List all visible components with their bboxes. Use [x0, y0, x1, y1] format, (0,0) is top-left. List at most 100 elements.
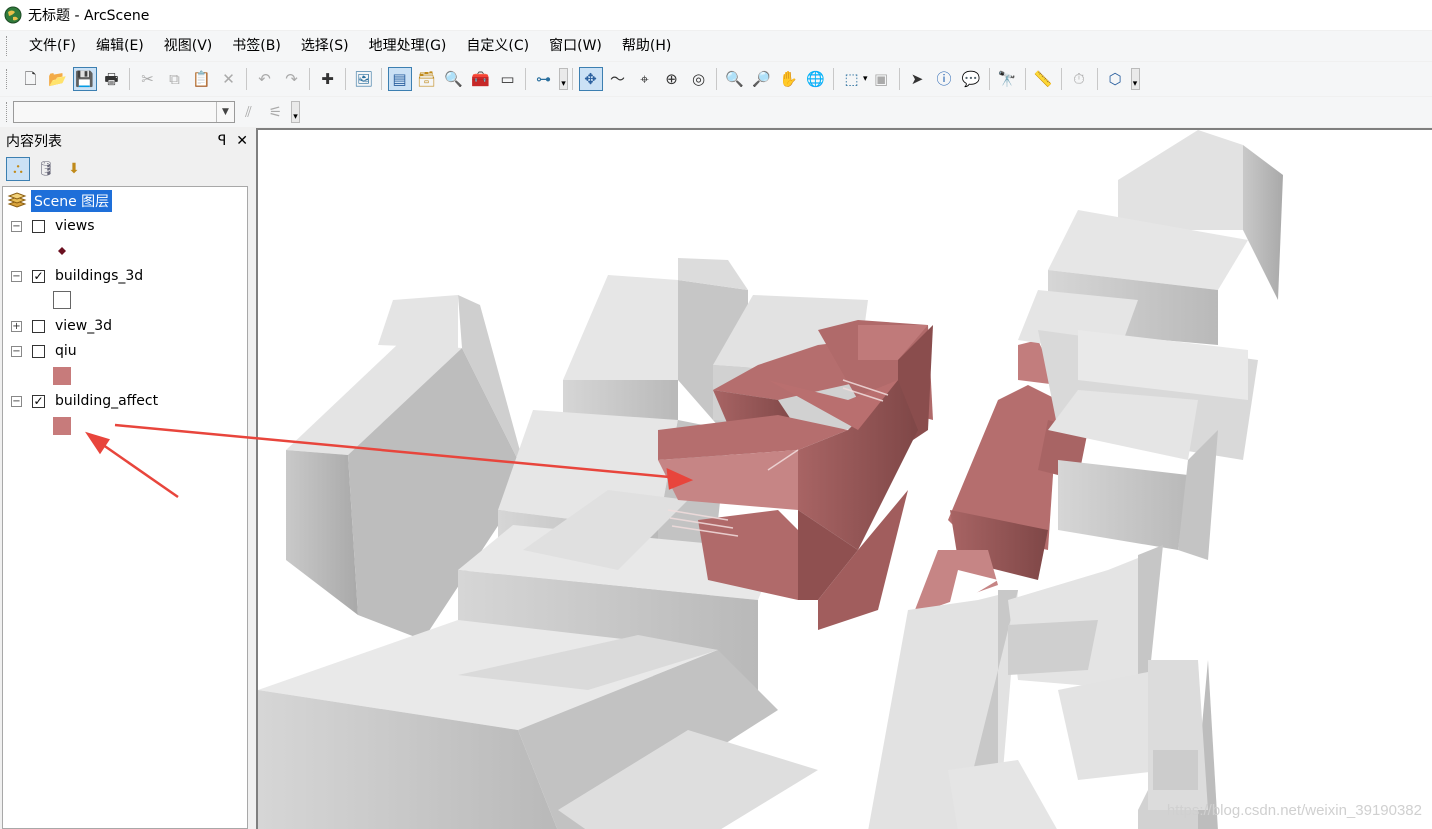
collapse-icon[interactable]: −	[11, 270, 22, 282]
time-slider-icon[interactable]: ⏱	[1067, 67, 1091, 91]
list-by-visibility-icon[interactable]: ⬇	[62, 157, 86, 181]
pan-hand-icon[interactable]: ✋	[777, 67, 801, 91]
toolbar-grip[interactable]	[6, 69, 9, 89]
find-icon[interactable]: 🔭	[995, 67, 1019, 91]
add-data-icon[interactable]: ✚	[316, 67, 340, 91]
menu-help[interactable]: 帮助(H)	[612, 32, 681, 60]
layer-name[interactable]: views	[55, 218, 95, 234]
close-icon[interactable]: ✕	[236, 133, 248, 149]
layer-name[interactable]: qiu	[55, 343, 77, 359]
menu-view[interactable]: 视图(V)	[154, 32, 223, 60]
toolbar-separator	[1024, 68, 1026, 90]
layer-visibility-checkbox[interactable]	[32, 219, 45, 233]
toolbar-overflow-button[interactable]: ▾	[291, 101, 300, 123]
layer-visibility-checkbox[interactable]: ✓	[32, 394, 45, 408]
list-by-source-icon[interactable]: 🛢	[34, 157, 58, 181]
toolbar-separator	[129, 68, 130, 90]
layer-visibility-checkbox[interactable]	[32, 344, 45, 358]
navigate-icon[interactable]: ✥	[578, 67, 603, 91]
center-target-icon[interactable]: ⌖	[633, 67, 657, 91]
table-of-contents: 内容列表 ꟼ ✕ ⛬ 🛢 ⬇ Scene 图层 − views − ✓ buil…	[0, 128, 254, 829]
list-by-drawing-order-icon[interactable]: ⛬	[6, 157, 30, 181]
toc-header: 内容列表 ꟼ ✕	[0, 128, 254, 154]
menu-selection[interactable]: 选择(S)	[291, 32, 359, 60]
layer-toolbar: ▼ ⫽ ⚟ ▾	[0, 97, 1432, 127]
toc-window-icon[interactable]: ▤	[387, 67, 412, 91]
toolbar-grip[interactable]	[6, 102, 9, 122]
menu-windows[interactable]: 窗口(W)	[539, 32, 612, 60]
menu-file[interactable]: 文件(F)	[17, 32, 86, 60]
toolbar-overflow-button[interactable]: ▾	[1130, 68, 1140, 90]
paste-icon[interactable]: 📋	[190, 67, 214, 91]
standard-toolbar: 🗋 📂 💾 🖶 ✂ ⧉ 📋 ✕ ↶ ↷ ✚ 🖼 ▤ 🗃 🔍 🧰 ▭ ⊶ ▾ ✥ …	[0, 62, 1432, 96]
select-features-icon[interactable]: ⬚	[840, 67, 864, 91]
identify-icon[interactable]: ⓘ	[932, 67, 956, 91]
polygon-symbol-red	[53, 417, 71, 435]
layer-row-building-affect[interactable]: − ✓ building_affect	[11, 390, 158, 412]
set-observer-icon[interactable]: ◎	[687, 67, 711, 91]
layer-visibility-checkbox[interactable]: ✓	[32, 269, 45, 283]
flicker-layer-icon[interactable]: ⚟	[264, 100, 288, 124]
search-window-icon[interactable]: 🔍	[442, 67, 466, 91]
toolbar-separator	[572, 68, 573, 90]
redo-icon[interactable]: ↷	[280, 67, 304, 91]
layer-name[interactable]: view_3d	[55, 318, 112, 334]
layer-select-dropdown[interactable]: ▼	[13, 101, 235, 123]
menu-bookmarks[interactable]: 书签(B)	[222, 32, 291, 60]
expand-icon[interactable]: +	[11, 320, 22, 332]
scene-layers-label[interactable]: Scene 图层	[31, 190, 113, 212]
scene-3d-render[interactable]	[258, 130, 1432, 829]
arctoolbox-icon[interactable]: 🧰	[469, 67, 493, 91]
layer-name[interactable]: buildings_3d	[55, 268, 143, 284]
toolbar-overflow-button[interactable]: ▾	[559, 68, 568, 90]
delete-icon[interactable]: ✕	[217, 67, 241, 91]
cut-icon[interactable]: ✂	[136, 67, 160, 91]
select-elements-icon[interactable]: ➤	[905, 67, 929, 91]
window-title: 无标题 - ArcScene	[28, 8, 150, 24]
catalog-window-icon[interactable]: 🗃	[415, 67, 439, 91]
scene-layers-root[interactable]: Scene 图层	[7, 190, 113, 212]
scene-view[interactable]: https://blog.csdn.net/weixin_39190382	[256, 128, 1432, 829]
scene-properties-icon[interactable]: 🖼	[352, 67, 376, 91]
layer-row-views[interactable]: − views	[11, 215, 95, 237]
layer-row-qiu[interactable]: − qiu	[11, 340, 77, 362]
swipe-layer-icon[interactable]: ⫽	[237, 100, 261, 124]
print-icon[interactable]: 🖶	[100, 67, 124, 91]
clear-selection-icon[interactable]: ▣	[869, 67, 893, 91]
collapse-icon[interactable]: −	[11, 395, 22, 407]
polygon-symbol-red	[53, 367, 71, 385]
menu-grip[interactable]	[6, 36, 9, 56]
layer-row-view-3d[interactable]: + view_3d	[11, 315, 112, 337]
menu-geoprocessing[interactable]: 地理处理(G)	[359, 32, 457, 60]
zoom-target-icon[interactable]: ⊕	[660, 67, 684, 91]
3d-effects-icon[interactable]: ⬡	[1103, 67, 1127, 91]
toolbar-separator	[345, 68, 346, 90]
layer-row-buildings-3d[interactable]: − ✓ buildings_3d	[11, 265, 143, 287]
menu-bar: 文件(F) 编辑(E) 视图(V) 书签(B) 选择(S) 地理处理(G) 自定…	[0, 31, 1432, 61]
pin-icon[interactable]: ꟼ	[218, 133, 226, 149]
fly-icon[interactable]: 〜	[606, 67, 630, 91]
measure-icon[interactable]: 📏	[1031, 67, 1055, 91]
chevron-down-icon[interactable]: ▾	[863, 74, 868, 84]
copy-icon[interactable]: ⧉	[163, 67, 187, 91]
toolbar-separator	[525, 68, 526, 90]
point-symbol-icon	[58, 247, 66, 255]
polygon-symbol-white	[53, 291, 71, 309]
zoom-out-icon[interactable]: 🔎	[750, 67, 774, 91]
full-extent-icon[interactable]: 🌐	[804, 67, 828, 91]
open-folder-icon[interactable]: 📂	[46, 67, 70, 91]
layer-name[interactable]: building_affect	[55, 393, 158, 409]
layer-visibility-checkbox[interactable]	[32, 319, 45, 333]
collapse-icon[interactable]: −	[11, 220, 22, 232]
collapse-icon[interactable]: −	[11, 345, 22, 357]
new-document-icon[interactable]: 🗋	[19, 67, 43, 91]
html-popup-icon[interactable]: 💬	[959, 67, 983, 91]
zoom-in-icon[interactable]: 🔍	[723, 67, 747, 91]
menu-edit[interactable]: 编辑(E)	[86, 32, 154, 60]
model-builder-icon[interactable]: ⊶	[532, 67, 556, 91]
python-icon[interactable]: ▭	[496, 67, 520, 91]
menu-customize[interactable]: 自定义(C)	[456, 32, 539, 60]
chevron-down-icon[interactable]: ▼	[216, 102, 234, 122]
save-icon[interactable]: 💾	[72, 67, 97, 91]
undo-icon[interactable]: ↶	[253, 67, 277, 91]
